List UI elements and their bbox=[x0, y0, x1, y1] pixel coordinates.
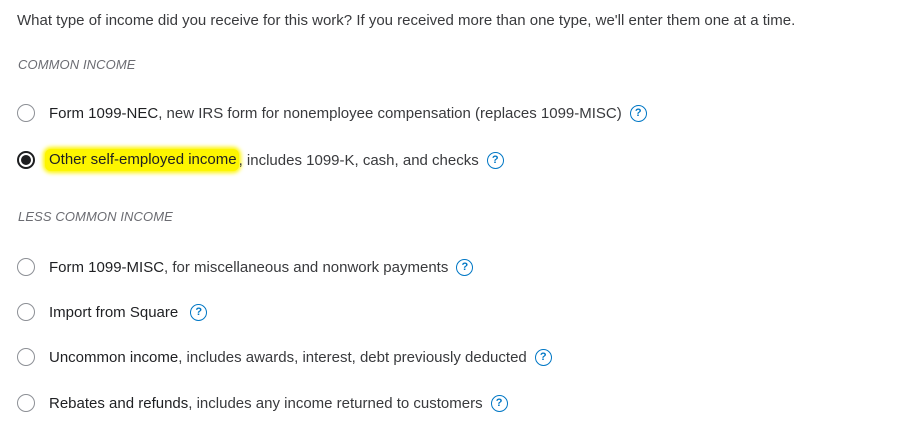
radio-button[interactable] bbox=[17, 258, 35, 276]
option-description: , includes any income returned to custom… bbox=[188, 394, 483, 412]
option-label: Form 1099-NEC, new IRS form for nonemplo… bbox=[49, 104, 647, 122]
option-main-text: Form 1099-NEC bbox=[49, 104, 159, 122]
section-title-less-common-income: LESS COMMON INCOME bbox=[18, 209, 173, 224]
option-form-1099-misc[interactable]: Form 1099-MISC, for miscellaneous and no… bbox=[17, 258, 474, 276]
question-circle-icon[interactable]: ? bbox=[629, 104, 647, 122]
option-description: , includes awards, interest, debt previo… bbox=[178, 348, 527, 366]
option-label: Import from Square ? bbox=[49, 303, 208, 321]
option-main-text: Rebates and refunds bbox=[49, 394, 189, 412]
question-circle-icon[interactable]: ? bbox=[490, 394, 508, 412]
option-description: , new IRS form for nonemployee compensat… bbox=[158, 104, 622, 122]
radio-button-selected[interactable] bbox=[17, 151, 35, 169]
option-uncommon-income[interactable]: Uncommon income, includes awards, intere… bbox=[17, 348, 552, 366]
option-main-text: Uncommon income bbox=[49, 348, 179, 366]
question-circle-icon[interactable]: ? bbox=[456, 258, 474, 276]
option-label: Rebates and refunds, includes any income… bbox=[49, 394, 508, 412]
radio-button[interactable] bbox=[17, 348, 35, 366]
option-import-from-square[interactable]: Import from Square ? bbox=[17, 303, 208, 321]
option-main-text: Other self-employed income bbox=[45, 149, 239, 171]
option-label: Other self-employed income, includes 109… bbox=[45, 149, 504, 171]
option-main-text: Import from Square bbox=[49, 303, 179, 321]
option-description: , for miscellaneous and nonwork payments bbox=[164, 258, 449, 276]
option-label: Form 1099-MISC, for miscellaneous and no… bbox=[49, 258, 474, 276]
option-rebates-and-refunds[interactable]: Rebates and refunds, includes any income… bbox=[17, 394, 508, 412]
question-circle-icon[interactable]: ? bbox=[486, 151, 504, 169]
option-other-self-employed-income[interactable]: Other self-employed income, includes 109… bbox=[17, 149, 504, 171]
option-label: Uncommon income, includes awards, intere… bbox=[49, 348, 552, 366]
option-description: , includes 1099-K, cash, and checks bbox=[238, 151, 479, 169]
radio-dot bbox=[21, 155, 31, 165]
question-text: What type of income did you receive for … bbox=[17, 12, 796, 29]
option-main-text: Form 1099-MISC bbox=[49, 258, 165, 276]
question-circle-icon[interactable]: ? bbox=[190, 303, 208, 321]
radio-button[interactable] bbox=[17, 104, 35, 122]
section-title-common-income: COMMON INCOME bbox=[18, 57, 136, 72]
question-circle-icon[interactable]: ? bbox=[534, 348, 552, 366]
option-form-1099-nec[interactable]: Form 1099-NEC, new IRS form for nonemplo… bbox=[17, 104, 647, 122]
radio-button[interactable] bbox=[17, 303, 35, 321]
radio-button[interactable] bbox=[17, 394, 35, 412]
